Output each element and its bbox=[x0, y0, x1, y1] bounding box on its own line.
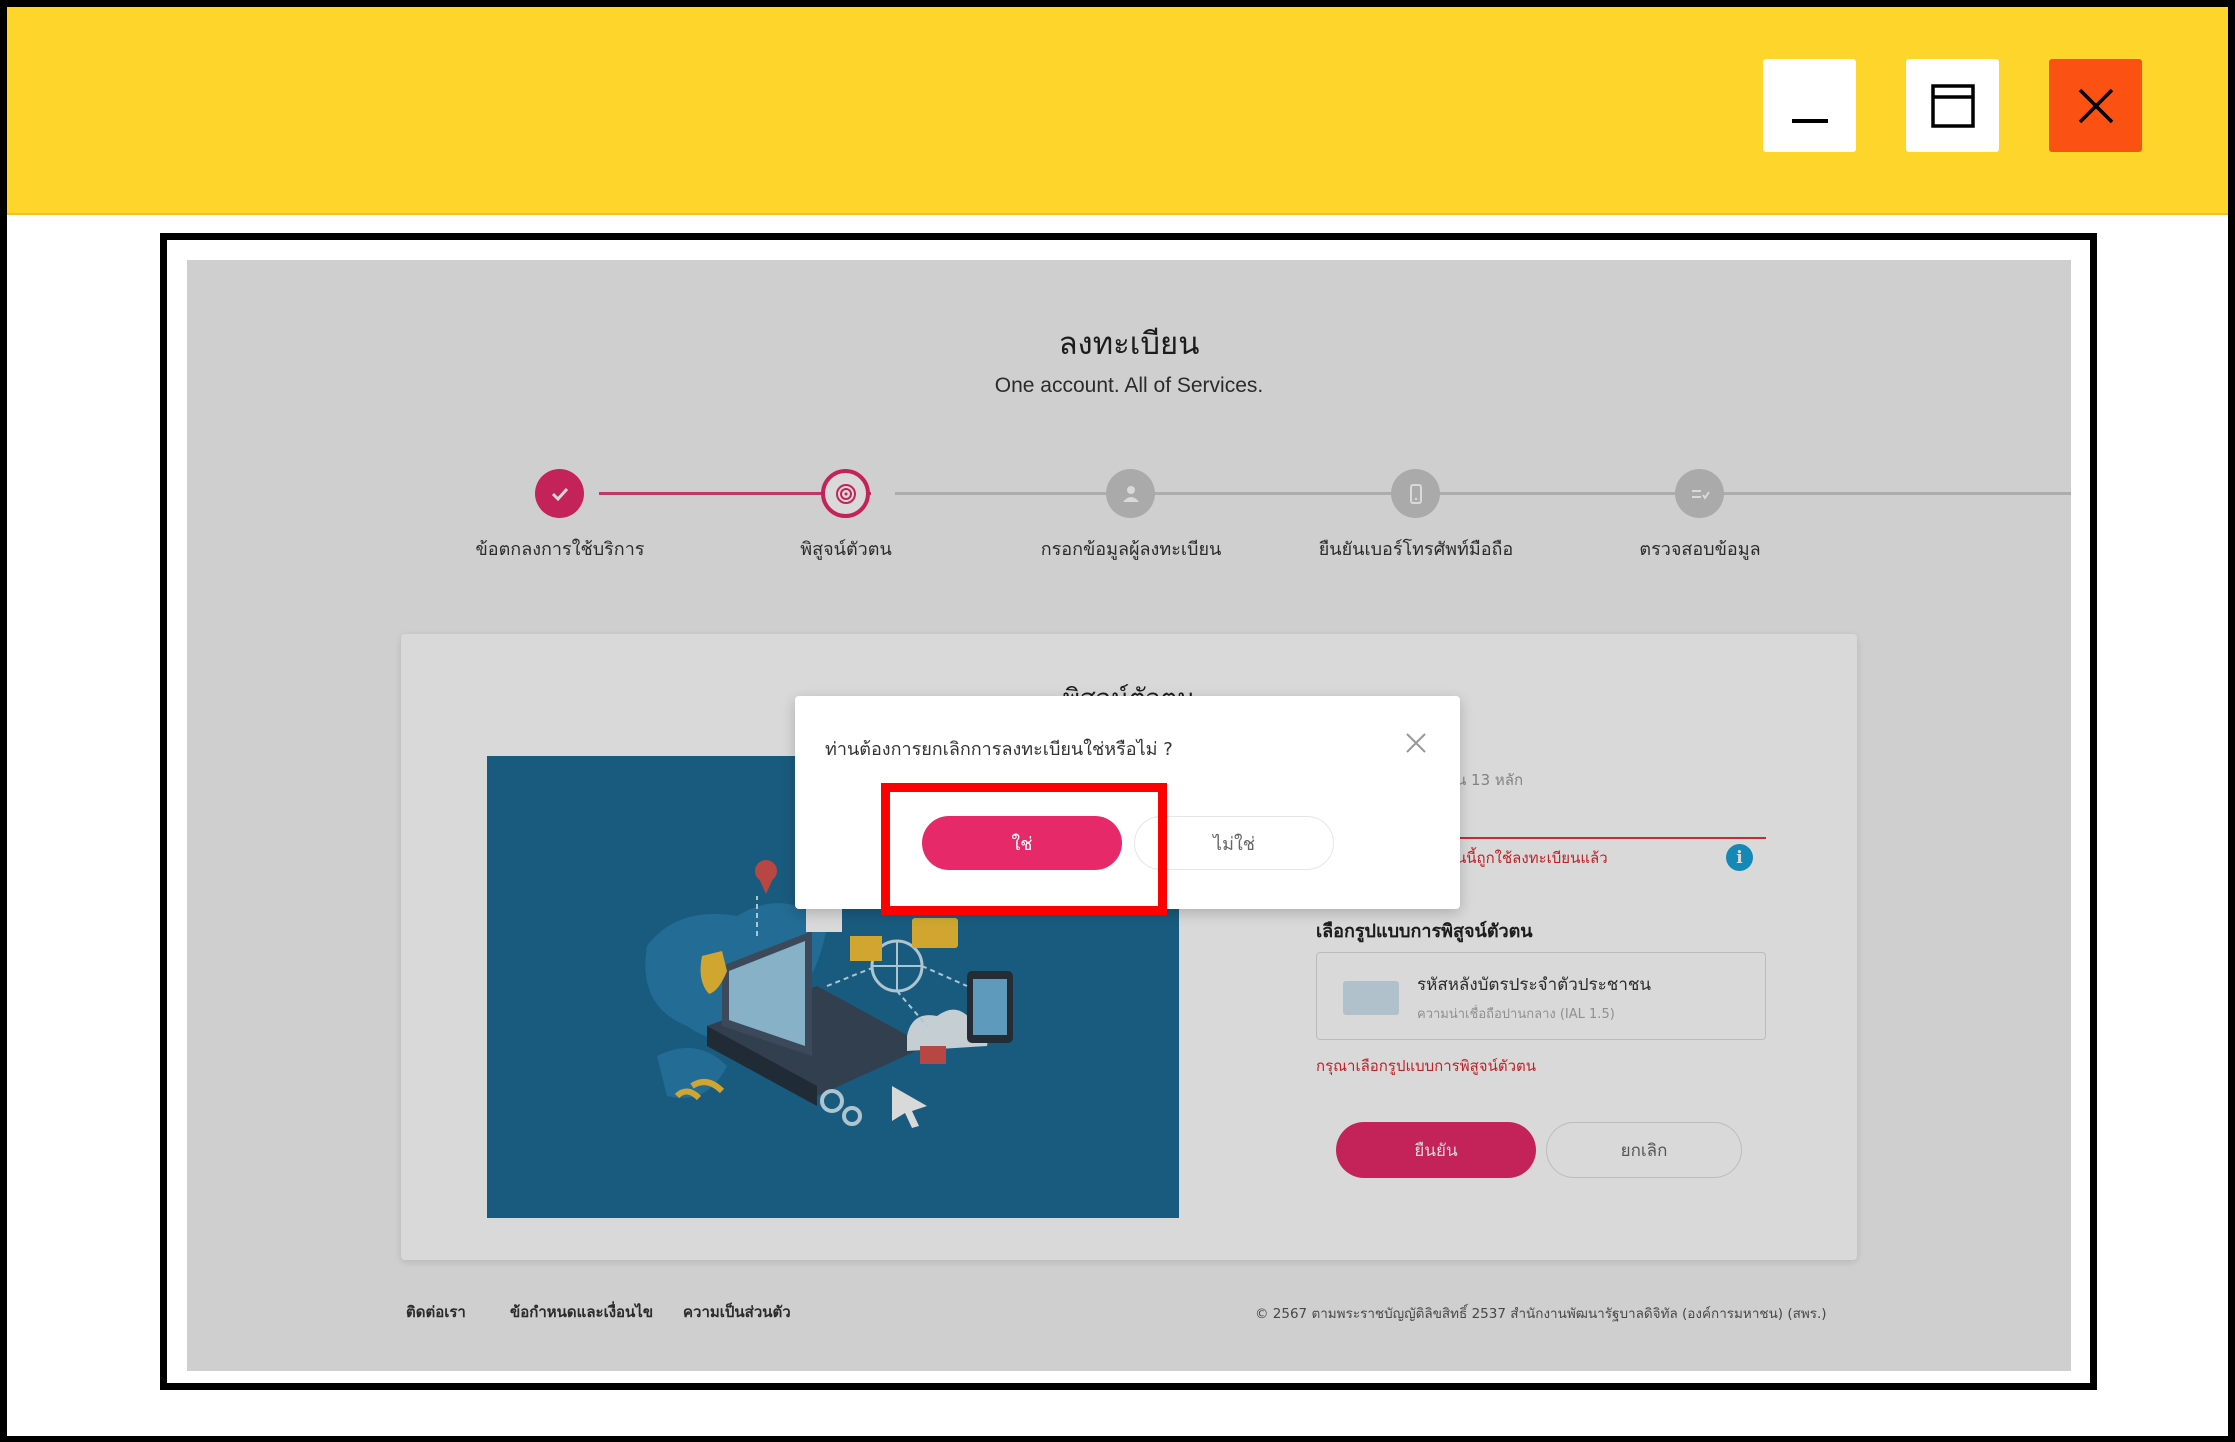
close-icon bbox=[2078, 88, 2113, 123]
dialog-message: ท่านต้องการยกเลิกการลงทะเบียนใช่หรือไม่ … bbox=[825, 739, 1173, 760]
close-button[interactable] bbox=[2049, 59, 2142, 152]
minimize-icon bbox=[1791, 118, 1828, 123]
highlight-box bbox=[881, 783, 1167, 915]
title-bar bbox=[7, 7, 2228, 215]
maximize-button[interactable] bbox=[1906, 59, 1999, 152]
maximize-icon bbox=[1930, 83, 1975, 128]
app-window: ลงทะเบียน One account. All of Services. … bbox=[0, 0, 2235, 1442]
close-icon bbox=[1406, 733, 1426, 753]
dialog-close-button[interactable] bbox=[1403, 730, 1429, 756]
minimize-button[interactable] bbox=[1763, 59, 1856, 152]
